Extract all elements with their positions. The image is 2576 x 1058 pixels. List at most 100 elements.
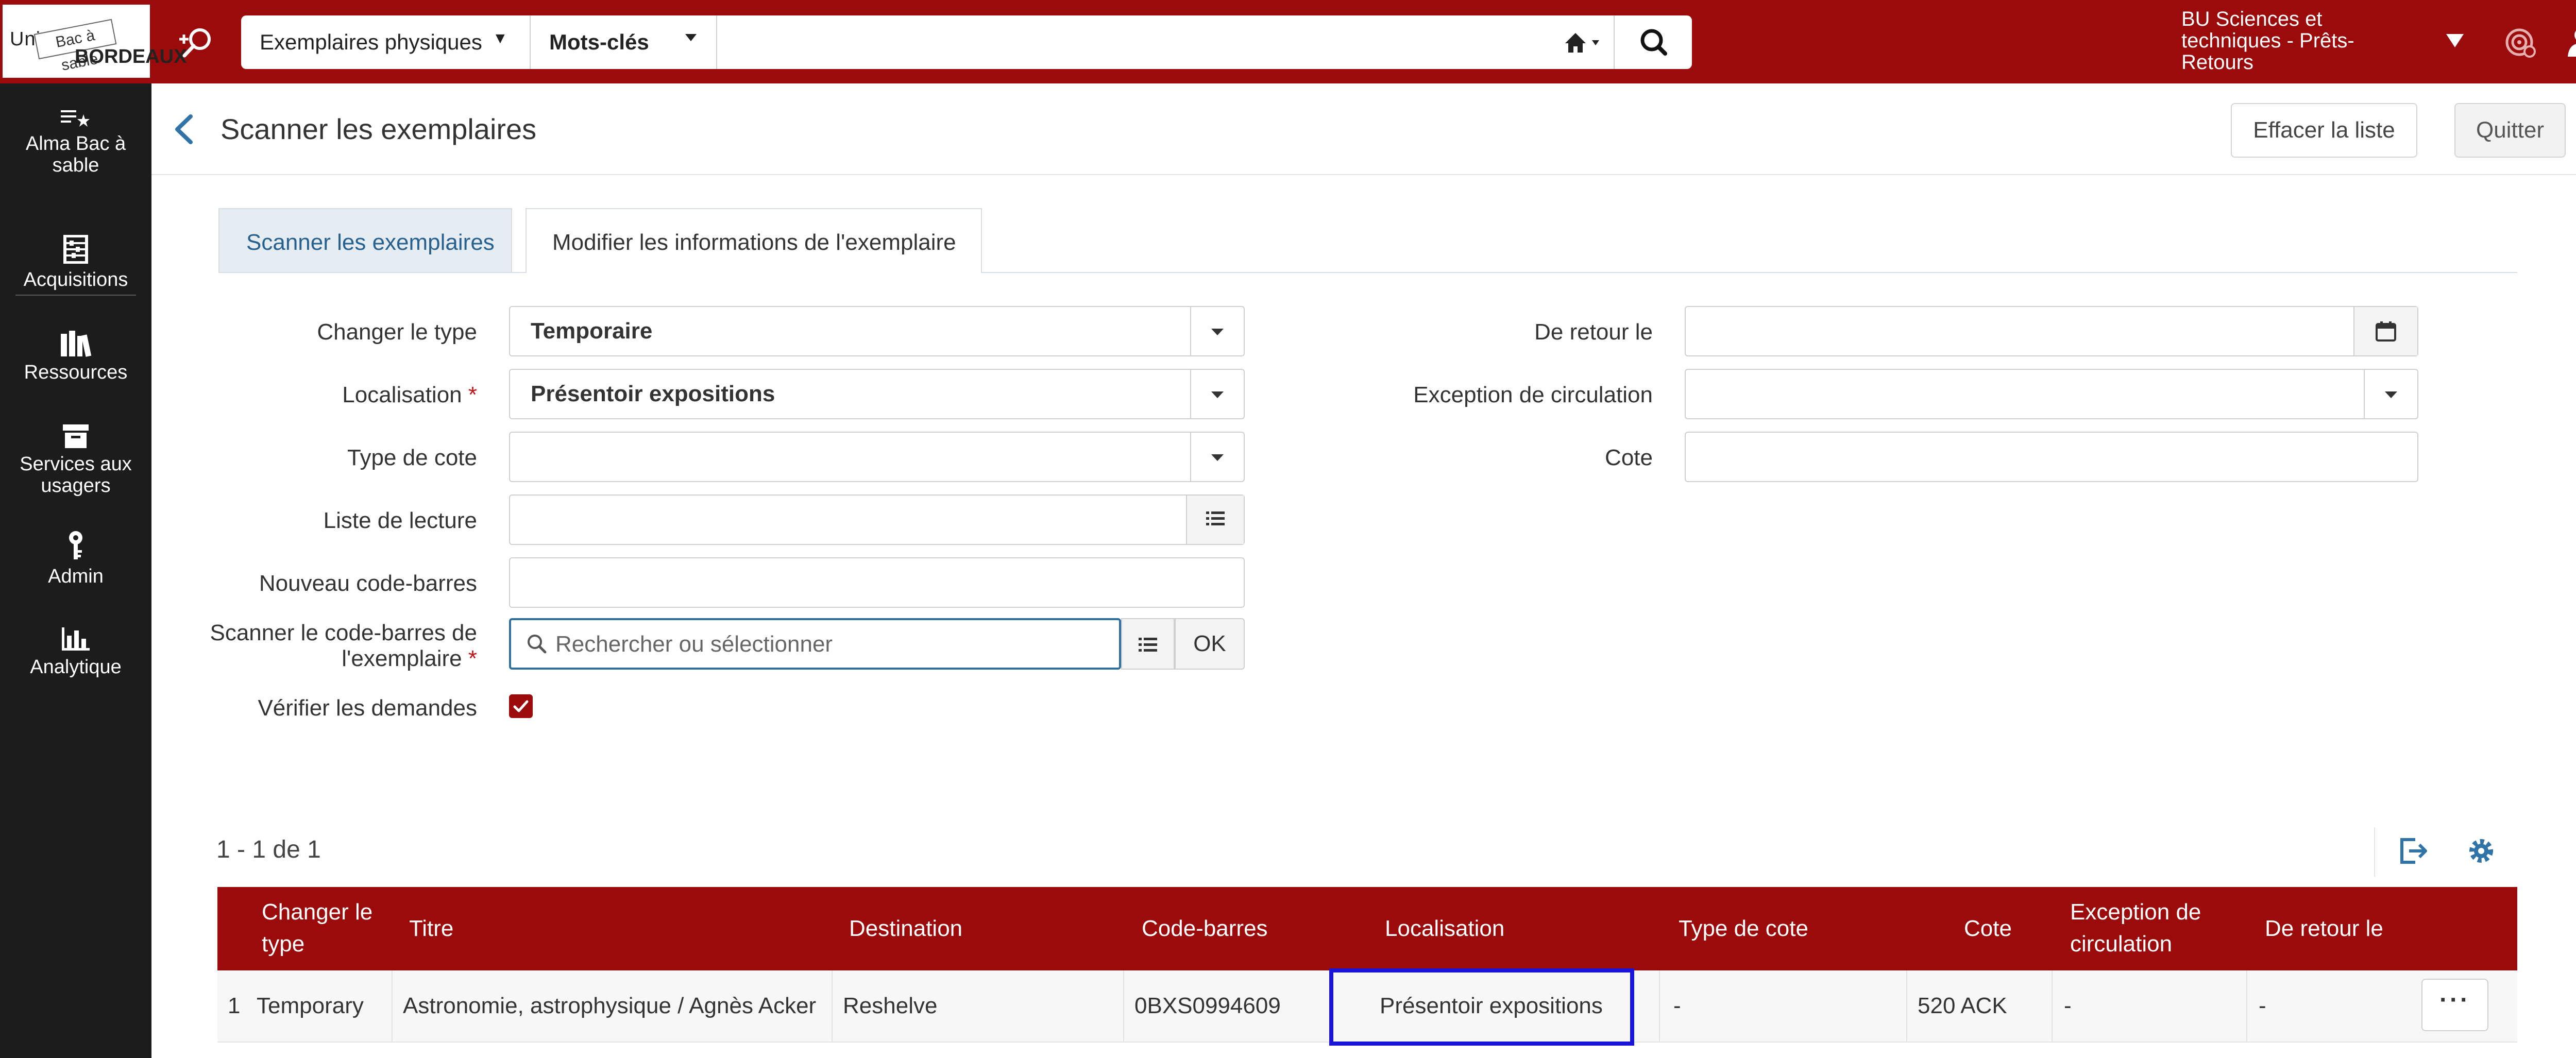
nav-item-alma-sandbox[interactable]: Alma Bac à sable (0, 108, 151, 176)
column-header-change-type[interactable]: Changer le type (262, 896, 372, 960)
side-navigation: Alma Bac à sable Acquisitions Ressources… (0, 83, 151, 1058)
box-icon (63, 424, 89, 448)
change-type-select[interactable]: Temporaire (509, 306, 1245, 356)
column-divider (2246, 970, 2247, 1043)
cell-due-back: - (2259, 993, 2266, 1018)
search-field-dropdown[interactable]: Mots-clés (531, 15, 717, 69)
chevron-down-icon[interactable] (1190, 370, 1244, 418)
column-header-barcode[interactable]: Code-barres (1142, 913, 1268, 945)
column-header-call-number-type[interactable]: Type de cote (1679, 913, 1808, 945)
call-number-type-select[interactable] (509, 432, 1245, 482)
notification-icon[interactable] (2504, 25, 2538, 59)
nav-item-label: Acquisitions (23, 269, 128, 291)
due-back-date-field[interactable] (1685, 306, 2418, 356)
chevron-down-icon[interactable] (1190, 307, 1244, 355)
user-icon[interactable] (2565, 25, 2576, 59)
current-location[interactable]: BU Sciences et techniques - Prêts-Retour… (2181, 8, 2413, 73)
scan-barcode-input[interactable] (554, 620, 1113, 669)
toolbar-divider (2374, 827, 2375, 877)
column-header-due-back[interactable]: De retour le (2265, 913, 2383, 945)
verify-requests-checkbox[interactable] (509, 694, 533, 718)
cell-change-type: Temporary (257, 993, 364, 1018)
cell-barcode: 0BXS0994609 (1134, 993, 1281, 1018)
column-divider (1123, 970, 1124, 1043)
scan-barcode-field[interactable] (509, 618, 1121, 670)
search-button[interactable] (1614, 15, 1693, 69)
search-icon (1640, 29, 1667, 56)
nav-item-label: Admin (48, 566, 104, 587)
bar-chart-icon (62, 627, 90, 651)
circulation-exception-label: Exception de circulation (1413, 382, 1653, 407)
nav-item-label: Ressources (24, 362, 128, 383)
nav-item-admin[interactable]: Admin (0, 530, 151, 587)
chevron-down-icon[interactable] (1190, 433, 1244, 481)
reading-list-label: Liste de lecture (323, 508, 477, 533)
cell-call-number: 520 ACK (1918, 993, 2007, 1018)
location-value: Présentoir expositions (531, 381, 775, 406)
nav-item-user-services[interactable]: Services aux usagers (0, 422, 151, 497)
export-icon[interactable] (2397, 834, 2430, 867)
scan-barcode-label: Scanner le code-barres de l'exemplaire * (210, 620, 477, 671)
circulation-exception-select[interactable] (1685, 369, 2418, 419)
reading-list-field[interactable] (509, 494, 1245, 545)
column-header-title[interactable]: Titre (409, 913, 453, 945)
nav-item-label: Alma Bac à sable (25, 133, 126, 176)
row-index: 1 (228, 993, 241, 1018)
gear-icon[interactable] (2465, 834, 2498, 867)
search-input[interactable] (717, 15, 1516, 69)
nav-item-analytics[interactable]: Analytique (0, 625, 151, 678)
location-select[interactable]: Présentoir expositions (509, 369, 1245, 419)
location-cell-highlight (1329, 968, 1634, 1046)
tab-scan-items[interactable]: Scanner les exemplaires (218, 208, 512, 272)
caret-down-icon: ▼ (493, 30, 508, 47)
column-header-call-number[interactable]: Cote (1964, 913, 2012, 945)
back-arrow-icon[interactable] (170, 112, 201, 146)
tab-change-item-information[interactable]: Modifier les informations de l'exemplair… (526, 208, 982, 273)
search-field-label: Mots-clés (549, 30, 649, 54)
column-header-circulation-exception[interactable]: Exception de circulation (2070, 896, 2201, 960)
due-back-label: De retour le (1534, 319, 1653, 345)
cell-circulation-exception: - (2064, 993, 2072, 1018)
clear-list-button[interactable]: Effacer la liste (2231, 103, 2417, 158)
ok-button[interactable]: OK (1175, 618, 1245, 670)
column-divider (392, 970, 393, 1043)
abacus-icon (63, 235, 88, 264)
nav-item-resources[interactable]: Ressources (0, 329, 151, 383)
calendar-icon[interactable] (2353, 307, 2417, 355)
cell-destination: Reshelve (843, 993, 938, 1018)
chevron-down-icon[interactable] (2364, 370, 2417, 418)
recent-search-icon[interactable] (177, 22, 218, 63)
call-number-label: Cote (1605, 445, 1653, 470)
verify-requests-label: Vérifier les demandes (258, 695, 477, 721)
location-dropdown-icon[interactable] (2446, 34, 2464, 47)
column-divider (832, 970, 833, 1043)
list-star-icon (61, 110, 90, 127)
header-divider (151, 174, 2576, 175)
search-scope-dropdown[interactable]: Exemplaires physiques ▼ (241, 15, 531, 69)
cell-title[interactable]: Astronomie, astrophysique / Agnès Acker (403, 993, 816, 1019)
books-icon (61, 331, 92, 357)
change-type-label: Changer le type (317, 319, 477, 345)
ellipsis-icon: ··· (2439, 986, 2470, 1014)
location-label: Localisation * (342, 382, 477, 407)
quit-button[interactable]: Quitter (2454, 103, 2566, 158)
key-icon (69, 531, 82, 559)
list-icon[interactable] (1121, 618, 1175, 670)
list-icon[interactable] (1186, 496, 1244, 544)
row-actions-button[interactable]: ··· (2421, 979, 2488, 1031)
institution-logo[interactable]: Univ Bac à sable BORDEAUX (3, 5, 187, 78)
home-filter-icon[interactable] (1560, 28, 1617, 57)
tab-label: Modifier les informations de l'exemplair… (552, 230, 956, 255)
search-bar: Exemplaires physiques ▼ Mots-clés (241, 15, 1692, 69)
search-scope-label: Exemplaires physiques (260, 30, 482, 54)
nav-item-acquisitions[interactable]: Acquisitions (0, 233, 151, 291)
logo-text-bordeaux: BORDEAUX (75, 46, 187, 67)
column-header-destination[interactable]: Destination (849, 913, 962, 945)
new-barcode-input[interactable] (509, 557, 1245, 608)
page-title: Scanner les exemplaires (221, 113, 537, 145)
change-type-value: Temporaire (531, 318, 653, 344)
call-number-input[interactable] (1685, 432, 2418, 482)
column-header-location[interactable]: Localisation (1385, 913, 1504, 945)
table-header: Changer le type Titre Destination Code-ba… (217, 887, 2517, 970)
checkmark-icon (513, 700, 529, 712)
